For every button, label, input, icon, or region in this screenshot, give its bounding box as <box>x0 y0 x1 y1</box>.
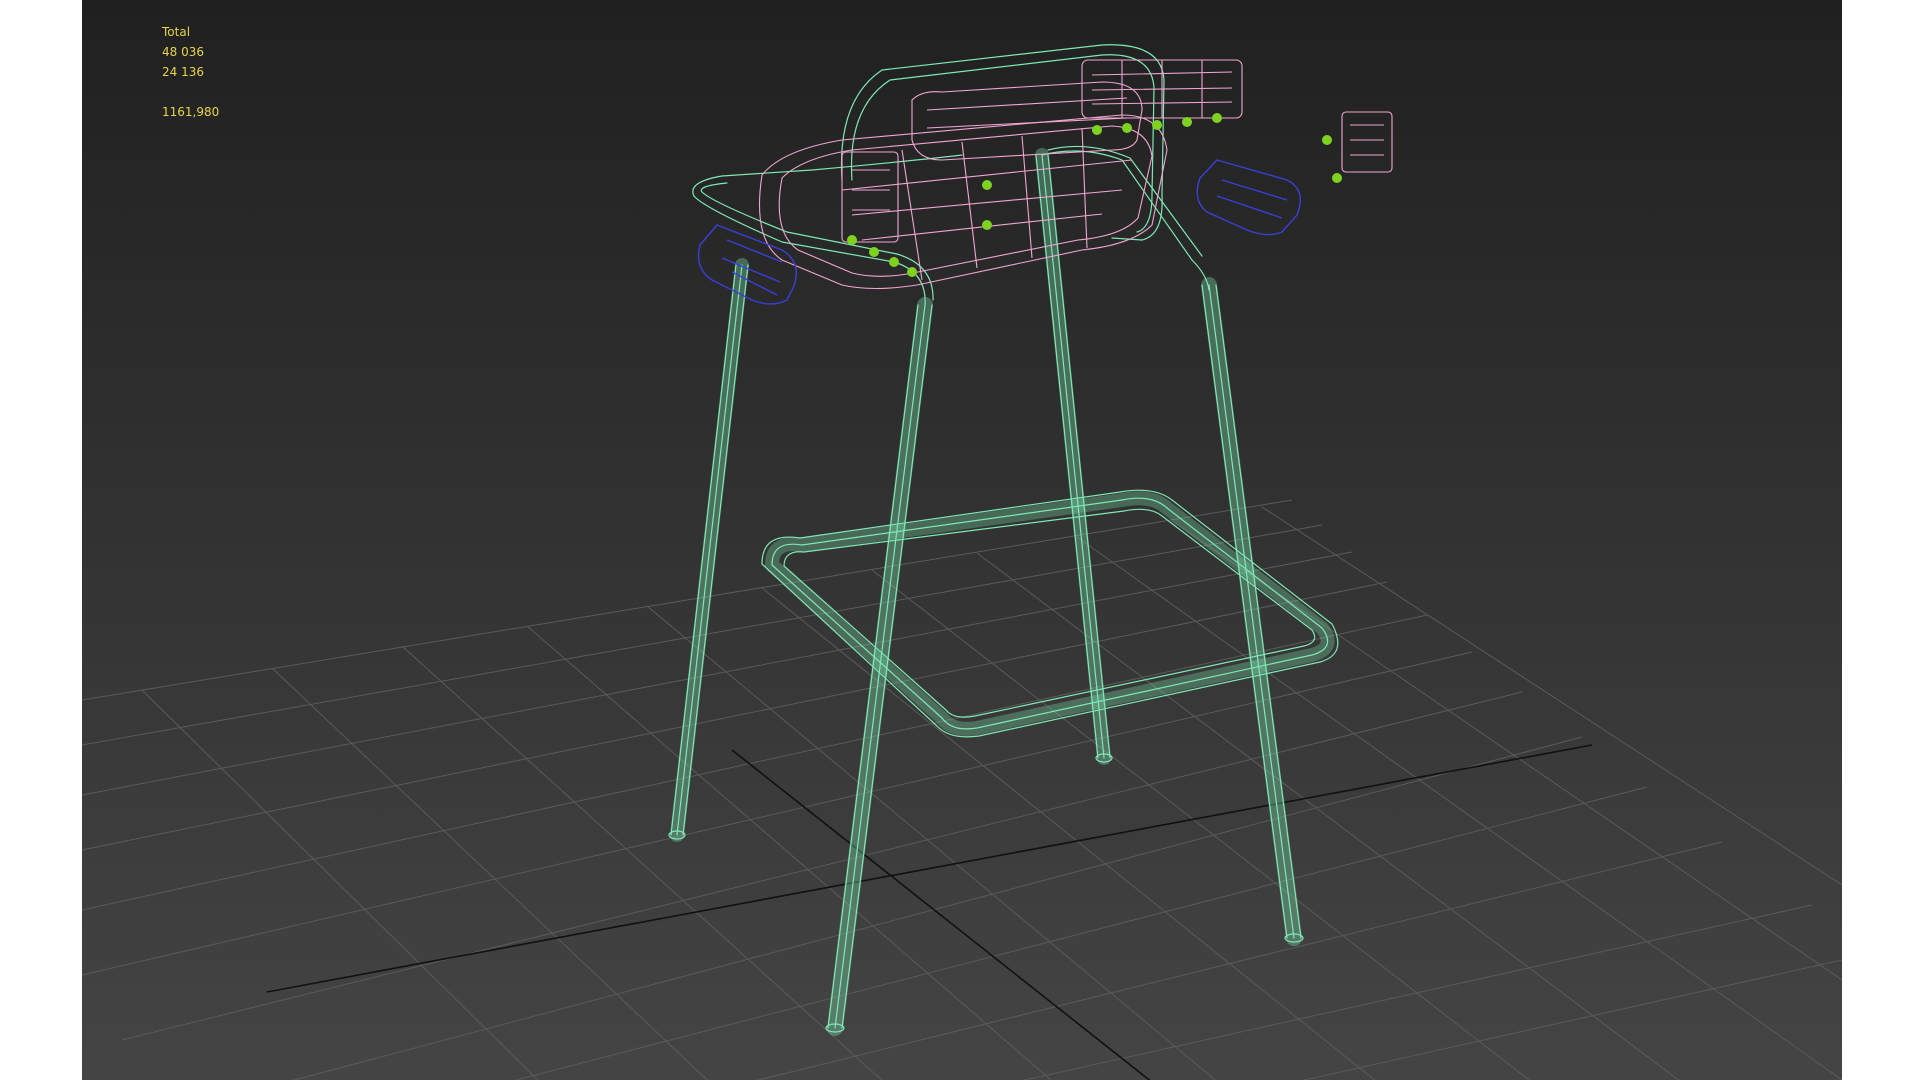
vertex-points[interactable] <box>847 113 1342 277</box>
home-grid <box>82 499 1842 1080</box>
viewport-scene[interactable] <box>82 0 1842 1080</box>
perspective-viewport[interactable]: Total 48 036 24 136 1161,980 <box>82 0 1842 1080</box>
seat-cushion-mesh[interactable] <box>759 59 1393 290</box>
app-window: Total 48 036 24 136 1161,980 <box>0 0 1920 1080</box>
world-axes <box>266 744 1593 1080</box>
stool-frame-mesh[interactable] <box>668 44 1339 1036</box>
